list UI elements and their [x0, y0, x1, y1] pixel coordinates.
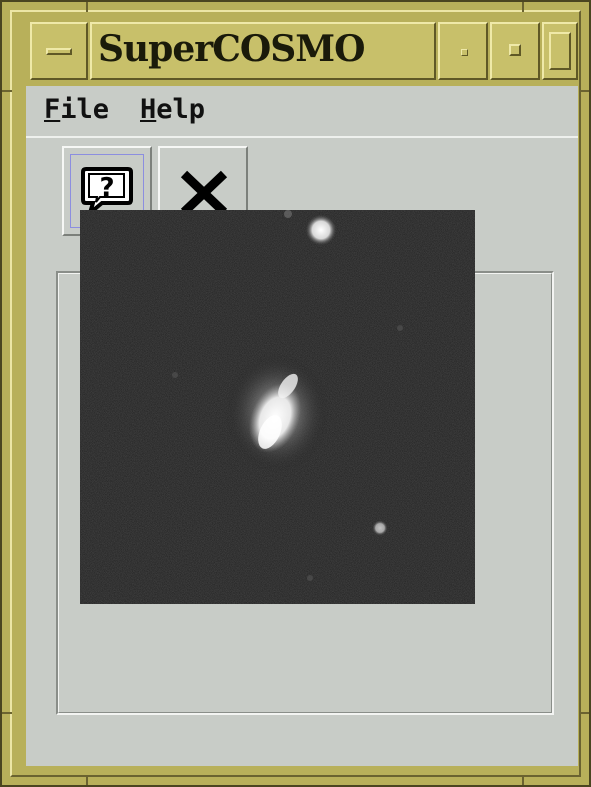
window-menu-button[interactable]	[30, 22, 88, 80]
frame-corner-notch	[2, 90, 12, 92]
frame-corner-notch	[579, 90, 589, 92]
frame-corner-notch	[579, 712, 589, 714]
menu-file[interactable]: File	[44, 94, 109, 125]
window-title: SuperCOSMO	[98, 28, 365, 70]
sky-image[interactable]	[80, 210, 475, 604]
close-window-button[interactable]	[542, 22, 578, 80]
minimize-icon	[461, 49, 468, 56]
maximize-button[interactable]	[490, 22, 540, 80]
menu-separator	[26, 136, 578, 138]
menu-help-mnemonic: H	[140, 94, 157, 125]
window-menu-icon	[46, 48, 72, 55]
menu-file-label: ile	[60, 94, 110, 125]
frame-corner-notch	[86, 2, 88, 12]
galaxy-image-icon	[80, 210, 475, 604]
frame-corner-notch	[86, 775, 88, 785]
frame-corner-notch	[522, 2, 524, 12]
menu-bar: File Help	[26, 86, 578, 138]
maximize-icon	[509, 44, 521, 56]
status-area	[26, 726, 578, 766]
title-bar[interactable]: SuperCOSMO	[26, 22, 578, 84]
frame-corner-notch	[522, 775, 524, 785]
menu-help-label: elp	[156, 94, 206, 125]
title-area[interactable]: SuperCOSMO	[90, 22, 436, 80]
frame-corner-notch	[2, 712, 12, 714]
menu-file-mnemonic: F	[44, 94, 61, 125]
svg-text:?: ?	[99, 173, 114, 203]
menu-help[interactable]: Help	[140, 94, 205, 125]
close-icon	[549, 32, 571, 70]
minimize-button[interactable]	[438, 22, 488, 80]
help-bubble-icon: ?	[81, 167, 133, 216]
